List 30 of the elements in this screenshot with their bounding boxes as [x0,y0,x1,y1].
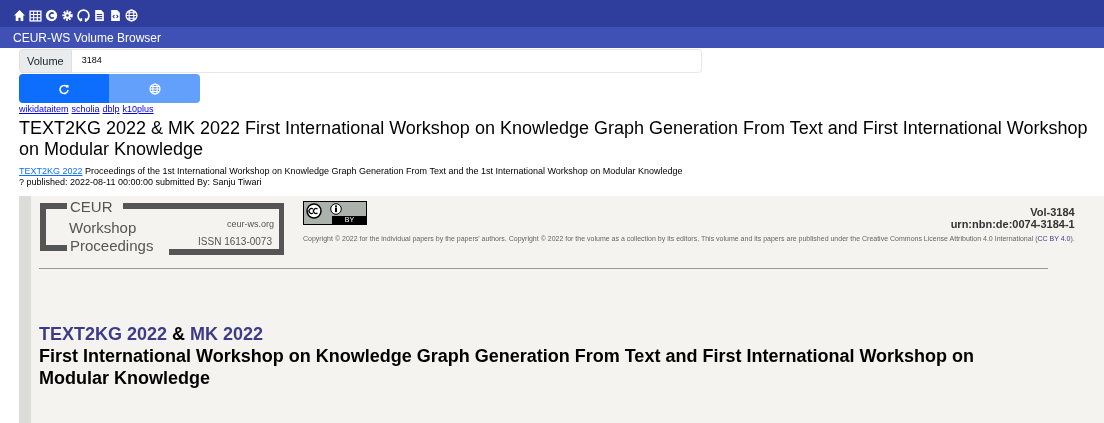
globe-icon [148,82,161,95]
refresh-icon [58,82,70,95]
field-label: Volume [19,49,72,73]
external-link[interactable]: wikidataitem [19,104,69,115]
grid-icon[interactable] [29,8,42,22]
volume-input[interactable]: 3184 [71,49,702,73]
proceedings-description: TEXT2KG 2022 Proceedings of the 1st International Workshop on Knowledge Graph Generation From Text and the 1st International Workshop on Modular Knowledge [19,166,684,177]
external-link[interactable]: k10plus [122,104,154,115]
app-title: CEUR-WS Volume Browser [13,29,162,47]
volume-number: Vol-3184 [1029,206,1075,218]
external-link[interactable]: dblp [102,104,120,115]
urn-text: urn:nbn:de:0074-3184-1 [950,218,1075,230]
external-link[interactable]: scholia [71,104,100,115]
proceedings-title: First International Workshop on Knowledge Graph Generation From Text and First International Workshop on Modular Knowledge [39,345,976,389]
home-icon[interactable] [13,8,26,22]
acronym-link[interactable]: TEXT2KG 2022 [19,166,83,176]
settings-icon[interactable] [61,8,74,22]
logo-site: ceur-ws.org [227,218,274,231]
acronym-link[interactable]: TEXT2KG 2022 [39,323,168,345]
acronym-link[interactable]: MK 2022 [190,323,264,345]
globe-icon[interactable] [125,8,138,22]
document-icon[interactable] [93,8,106,22]
logo-text: Proceedings [69,237,155,254]
volume-heading: TEXT2KG 2022 & MK 2022 First International Workshop on Knowledge Graph Generation From Text and First International Workshop on Modular Knowledge [19,118,1089,160]
logo-issn: ISSN 1613-0073 [198,235,272,249]
acronym-separator: & [172,323,186,345]
code-file-icon[interactable] [109,8,122,22]
logo-text: Workshop [69,219,137,236]
copyright-icon[interactable] [45,8,58,22]
published-info: ? published: 2022-08-11 00:00:00 submitted By: Sanju Tiwari [19,177,263,188]
